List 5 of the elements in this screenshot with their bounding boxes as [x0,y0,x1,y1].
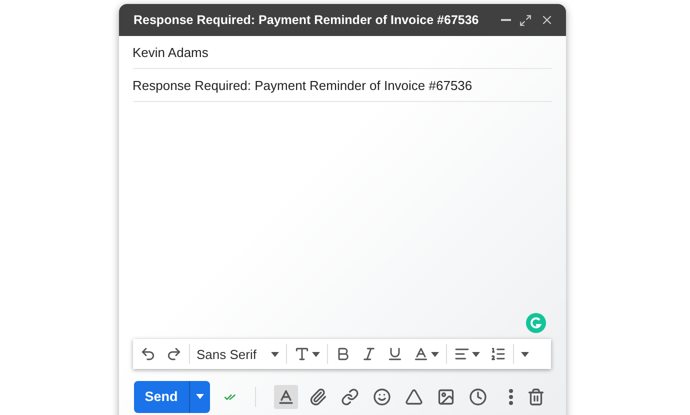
font-dropdown[interactable]: Sans Serif [194,344,282,364]
send-button[interactable]: Send [134,380,189,412]
subject-field[interactable]: Response Required: Payment Reminder of Invoice #67536 [132,78,472,92]
window-title: Response Required: Payment Reminder of Invoice #67536 [134,13,480,27]
recipient-field[interactable]: Kevin Adams [132,44,208,60]
